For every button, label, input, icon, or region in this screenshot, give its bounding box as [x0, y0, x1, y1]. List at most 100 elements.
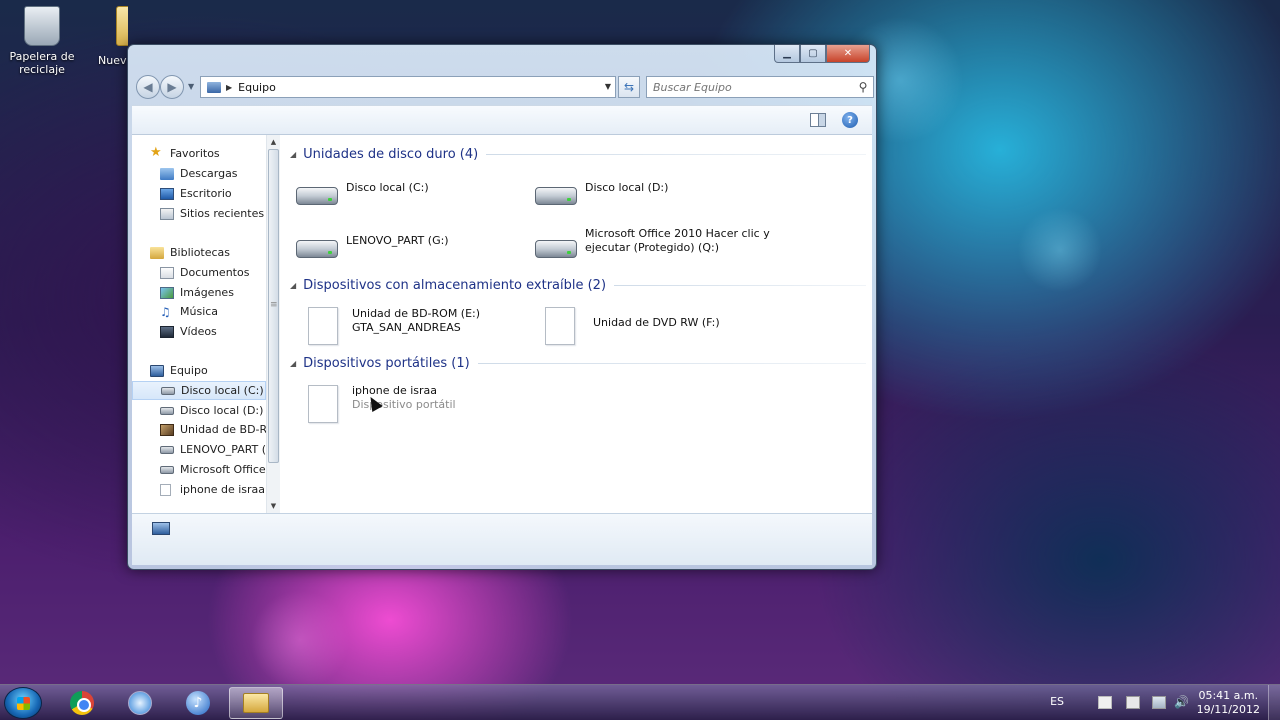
drive-label: Disco local (C:) — [346, 181, 429, 194]
nav-pane-scrollbar[interactable]: ▲ ▼ — [266, 135, 280, 513]
nav-documentos[interactable]: Documentos — [132, 263, 266, 282]
help-icon[interactable]: ? — [842, 112, 858, 128]
recycle-bin-desktop-icon[interactable]: Papelera de reciclaje — [2, 6, 82, 76]
address-bar[interactable]: ▶ Equipo ▼ — [200, 76, 616, 98]
group-divider — [486, 153, 866, 155]
hard-drive-icon — [296, 240, 338, 258]
nav-lenovo-part[interactable]: LENOVO_PART (G:) — [132, 440, 266, 459]
drive-d-tile[interactable]: Disco local (D:) — [533, 175, 769, 215]
documents-icon — [160, 266, 174, 279]
network-icon[interactable] — [1152, 696, 1166, 709]
drive-label: Unidad de BD-ROM (E:) GTA_SAN_ANDREAS — [352, 307, 480, 335]
collapse-arrow-icon[interactable]: ◢ — [290, 281, 296, 290]
nav-item-label: iphone de israa — [180, 483, 266, 496]
back-button[interactable]: ◀ — [136, 75, 160, 99]
collapse-arrow-icon[interactable]: ◢ — [290, 150, 296, 159]
maximize-button[interactable]: ▢ — [800, 45, 826, 63]
drive-q-tile[interactable]: Microsoft Office 2010 Hacer clic y ejecu… — [533, 227, 770, 268]
nav-bd-rom[interactable]: Unidad de BD-ROM — [132, 420, 266, 439]
computer-icon — [207, 81, 221, 93]
minimize-button[interactable]: ▁ — [774, 45, 800, 63]
recycle-bin-icon — [24, 6, 60, 46]
nav-iphone[interactable]: iphone de israa — [132, 480, 266, 499]
nav-microsoft-office[interactable]: Microsoft Office — [132, 460, 266, 479]
hard-drive-icon — [160, 445, 174, 454]
group-header-removable[interactable]: ◢ Dispositivos con almacenamiento extraí… — [290, 275, 866, 295]
iphone-tile[interactable]: iphone de israa Dispositivo portátil — [298, 383, 534, 423]
address-dropdown-icon[interactable]: ▼ — [605, 82, 611, 91]
start-button[interactable] — [4, 687, 42, 719]
clock-date: 19/11/2012 — [1196, 703, 1260, 716]
navigation-pane: ★ Favoritos Descargas Escritorio Sitios … — [132, 135, 280, 513]
refresh-button[interactable]: ⇆ — [618, 76, 640, 98]
nav-item-label: Sitios recientes — [180, 207, 265, 220]
taskbar-chrome[interactable] — [55, 687, 109, 719]
nav-item-label: Escritorio — [180, 187, 232, 200]
collapse-arrow-icon[interactable]: ◢ — [290, 359, 296, 368]
computer-icon — [150, 364, 164, 377]
nav-disco-c[interactable]: Disco local (C:) — [132, 381, 266, 400]
tray-app-icon[interactable] — [1126, 696, 1140, 709]
disc-drive-icon — [160, 423, 174, 436]
recent-places-icon — [160, 207, 174, 220]
search-icon[interactable]: ⚲ — [853, 80, 873, 94]
desktop-icon — [160, 187, 174, 200]
nav-item-label: Imágenes — [180, 286, 234, 299]
breadcrumb-equipo[interactable]: Equipo — [238, 81, 276, 94]
language-indicator[interactable]: ES — [1050, 695, 1064, 708]
hard-drive-icon — [535, 240, 577, 258]
nav-equipo-label: Equipo — [170, 364, 208, 377]
drive-g-tile[interactable]: LENOVO_PART (G:) — [294, 228, 530, 268]
scroll-up-icon[interactable]: ▲ — [267, 135, 280, 149]
nav-descargas[interactable]: Descargas — [132, 164, 266, 183]
group-header-hard-disks[interactable]: ◢ Unidades de disco duro (4) — [290, 144, 866, 164]
preview-pane-icon[interactable] — [810, 113, 826, 127]
group-divider — [477, 362, 866, 364]
recycle-bin-label: Papelera de reciclaje — [9, 50, 75, 76]
close-button[interactable]: ✕ — [826, 45, 870, 63]
nav-escritorio[interactable]: Escritorio — [132, 184, 266, 203]
nav-musica[interactable]: ♫ Música — [132, 302, 266, 321]
scrollbar-thumb[interactable] — [268, 149, 279, 463]
clock-time: 05:41 a.m. — [1198, 689, 1259, 702]
window-body: ★ Favoritos Descargas Escritorio Sitios … — [132, 135, 872, 513]
nav-item-label: Unidad de BD-ROM — [180, 423, 266, 436]
device-icon — [160, 483, 171, 496]
nav-bibliotecas[interactable]: Bibliotecas — [132, 243, 266, 262]
group-title: Dispositivos portátiles (1) — [303, 355, 470, 371]
scroll-down-icon[interactable]: ▼ — [267, 499, 280, 513]
taskbar-itunes[interactable]: ♪ — [171, 687, 225, 719]
taskbar-explorer[interactable] — [229, 687, 283, 719]
search-box[interactable]: ⚲ — [646, 76, 874, 98]
show-desktop-button[interactable] — [1268, 685, 1280, 720]
nav-disco-d[interactable]: Disco local (D:) — [132, 401, 266, 420]
libraries-icon — [150, 246, 164, 259]
volume-icon[interactable]: 🔊 — [1174, 696, 1189, 709]
nav-item-label: Música — [180, 305, 219, 318]
hard-drive-icon — [296, 187, 338, 205]
dvd-rw-tile[interactable]: Unidad de DVD RW (F:) — [537, 305, 773, 345]
hard-drive-icon — [160, 406, 174, 415]
nav-sitios-recientes[interactable]: Sitios recientes — [132, 204, 266, 223]
star-icon: ★ — [150, 145, 162, 160]
recent-pages-dropdown-icon[interactable]: ▼ — [188, 82, 194, 91]
search-input[interactable] — [653, 80, 853, 94]
clock[interactable]: 05:41 a.m. 19/11/2012 — [1197, 689, 1260, 717]
nav-favorites[interactable]: ★ Favoritos — [132, 144, 266, 163]
nav-bibliotecas-label: Bibliotecas — [170, 246, 231, 259]
nav-imagenes[interactable]: Imágenes — [132, 283, 266, 302]
forward-button[interactable]: ▶ — [160, 75, 184, 99]
breadcrumb-separator-icon[interactable]: ▶ — [226, 83, 232, 92]
group-header-portable[interactable]: ◢ Dispositivos portátiles (1) — [290, 353, 866, 373]
new-folder-desktop-icon[interactable]: Nuev — [96, 6, 128, 67]
drive-c-tile[interactable]: Disco local (C:) — [294, 175, 530, 215]
drive-label: LENOVO_PART (G:) — [346, 234, 449, 247]
drive-label: Disco local (D:) — [585, 181, 669, 194]
nav-equipo[interactable]: Equipo — [132, 361, 266, 380]
taskbar-safari[interactable] — [113, 687, 167, 719]
nav-videos[interactable]: Vídeos — [132, 322, 266, 341]
content-pane: ◢ Unidades de disco duro (4) Disco local… — [284, 135, 872, 513]
action-center-icon[interactable] — [1098, 696, 1112, 709]
explorer-window: ▁ ▢ ✕ ◀ ▶ ▼ ▶ Equipo ▼ ⇆ ⚲ ? ★ Favoritos — [127, 44, 877, 570]
bd-rom-tile[interactable]: Unidad de BD-ROM (E:) GTA_SAN_ANDREAS — [298, 305, 534, 345]
